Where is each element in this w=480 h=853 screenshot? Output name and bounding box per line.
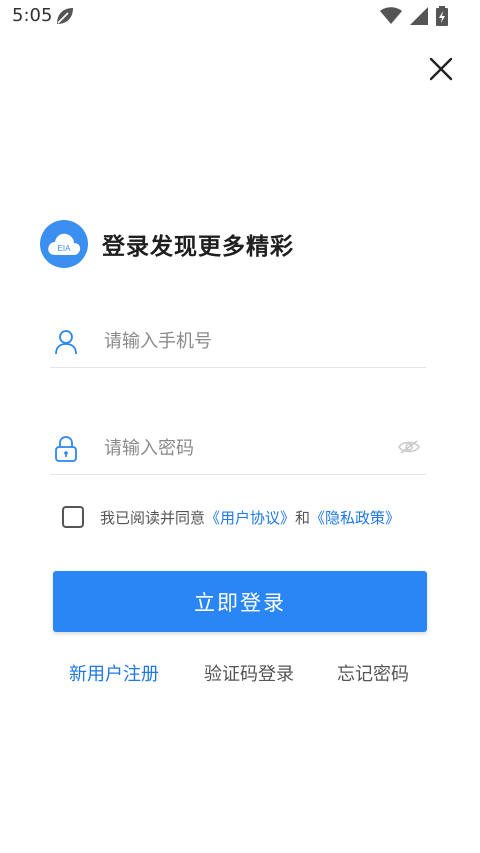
app-logo: EIA xyxy=(40,220,88,268)
signal-icon xyxy=(410,7,428,29)
code-login-link[interactable]: 验证码登录 xyxy=(204,660,294,686)
password-input[interactable] xyxy=(104,438,374,459)
page-title: 登录发现更多精彩 xyxy=(102,234,294,260)
wifi-icon xyxy=(380,7,402,29)
lock-icon xyxy=(52,435,80,463)
user-agreement-link[interactable]: 《用户协议》 xyxy=(205,509,295,527)
svg-text:EIA: EIA xyxy=(58,244,72,253)
phone-input[interactable] xyxy=(104,331,374,352)
cloud-icon: EIA xyxy=(48,233,81,255)
privacy-policy-link[interactable]: 《隐私政策》 xyxy=(310,509,400,527)
battery-icon xyxy=(436,6,448,30)
agreement-checkbox[interactable] xyxy=(62,506,84,528)
bottom-links: 新用户注册 验证码登录 忘记密码 xyxy=(0,660,480,686)
phone-field xyxy=(50,316,426,368)
close-button[interactable] xyxy=(426,54,456,84)
status-icons xyxy=(380,6,448,30)
register-link[interactable]: 新用户注册 xyxy=(69,660,159,686)
eye-icon[interactable] xyxy=(398,439,420,459)
leaf-icon xyxy=(54,5,76,31)
agreement-text: 我已阅读并同意《用户协议》和《隐私政策》 xyxy=(100,507,400,528)
user-icon xyxy=(52,328,80,356)
agreement-prefix: 我已阅读并同意 xyxy=(100,508,206,527)
brand-header: EIA 登录发现更多精彩 xyxy=(40,220,294,268)
login-button[interactable]: 立即登录 xyxy=(53,571,427,632)
status-time: 5:05 xyxy=(12,5,53,26)
agreement-conjunction: 和 xyxy=(295,508,311,527)
forgot-password-link[interactable]: 忘记密码 xyxy=(337,660,409,686)
password-field xyxy=(50,423,426,475)
close-icon xyxy=(429,57,453,81)
status-bar: 5:05 xyxy=(0,0,480,32)
agreement-row: 我已阅读并同意《用户协议》和《隐私政策》 xyxy=(62,506,400,528)
